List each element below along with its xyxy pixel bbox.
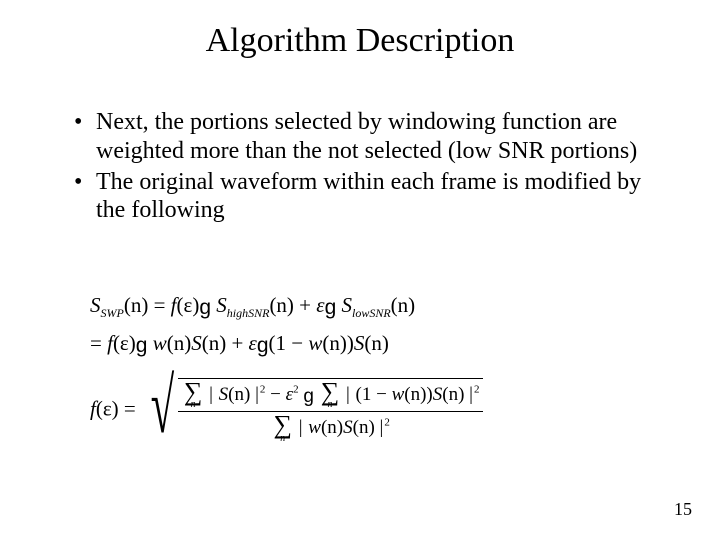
eq-text: (n)) [404,384,432,405]
sigma-icon: ∑n [273,415,292,442]
eq-sub: highSNR [227,306,270,320]
eq-sym: S [343,417,353,438]
bullet-text: The original waveform within each frame … [96,169,641,224]
eq-bar: | [209,384,214,405]
eq-fraction: ∑n | S(n) |2 − ε2 g ∑n | (1 − w(n))S(n) … [178,381,484,443]
slide-body: Next, the portions selected by windowing… [74,108,660,227]
eq-g: g [325,292,337,324]
list-item: Next, the portions selected by windowing… [74,108,660,166]
eq-text: (n) [364,331,389,355]
eq-sym: S [191,331,202,355]
equation-line-2: = f(ε)g w(n)S(n) + εg(1 − w(n))S(n) [90,328,650,360]
eq-g: g [199,292,211,324]
eq-sup: 2 [260,383,266,395]
eq-bar: | [299,417,304,438]
eq-sym: ε [249,331,257,355]
eq-sym: S [354,331,365,355]
bullet-text: Next, the portions selected by windowing… [96,109,637,164]
eq-denominator: ∑n | w(n)S(n) |2 [267,414,393,443]
eq-text: (ε) [177,293,200,317]
eq-text: (n) [167,331,192,355]
slide-title: Algorithm Description [0,22,720,60]
sigma-icon: ∑n [321,382,340,409]
slide: Algorithm Description Next, the portions… [0,0,720,540]
eq-text: (ε) [113,331,136,355]
eq-sym: w [308,331,322,355]
eq-sup: 2 [293,383,299,395]
eq-text: = [90,331,107,355]
eq-sym: w [308,417,321,438]
eq-text: (n) [321,417,343,438]
eq-text: (n) [442,384,464,405]
eq-sym: w [153,331,167,355]
eq-sqrt-body: ∑n | S(n) |2 − ε2 g ∑n | (1 − w(n))S(n) … [178,378,484,443]
eq-text: (ε) = [96,396,141,420]
eq-text: (1 − [269,331,309,355]
eq-sup: 2 [384,417,390,429]
eq-bar: | [346,384,351,405]
eq-text: (n) [228,384,250,405]
equation-line-3: f(ε) = √ ∑n | S(n) |2 − ε2 g ∑n | (1 − w… [90,378,650,443]
bullet-list: Next, the portions selected by windowing… [74,108,660,225]
equation-line-1: SSWP(n) = f(ε)g ShighSNR(n) + εg SlowSNR… [90,290,650,322]
eq-sym: S [219,384,229,405]
eq-text: − [270,384,285,405]
eq-sub: lowSNR [352,306,391,320]
eq-sqrt: √ ∑n | S(n) |2 − ε2 g ∑n | (1 − w(n))S(n… [141,378,483,443]
eq-frac-bar [178,411,484,412]
eq-g: g [136,330,148,362]
eq-numerator: ∑n | S(n) |2 − ε2 g ∑n | (1 − w(n))S(n) … [178,381,484,410]
eq-g: g [257,330,269,362]
eq-sym: S [90,293,101,317]
eq-g: g [303,383,314,412]
eq-text: (n) [391,293,416,317]
eq-sym: ε [316,293,324,317]
eq-sym: S [342,293,353,317]
eq-sym: ε [286,384,294,405]
eq-text: (n) + [202,331,249,355]
eq-sym: S [216,293,227,317]
eq-sub: SWP [101,306,124,320]
eq-text: (n) = [124,293,171,317]
eq-text: (1 − [356,384,392,405]
list-item: The original waveform within each frame … [74,168,660,226]
page-number: 15 [674,499,692,520]
sigma-icon: ∑n [184,382,203,409]
eq-sup: 2 [474,383,480,395]
eq-sym: w [392,384,405,405]
eq-sym: S [433,384,443,405]
equation-block: SSWP(n) = f(ε)g ShighSNR(n) + εg SlowSNR… [90,290,650,443]
eq-text: (n) + [269,293,316,317]
eq-text: (n) [353,417,375,438]
eq-text: (n)) [322,331,353,355]
